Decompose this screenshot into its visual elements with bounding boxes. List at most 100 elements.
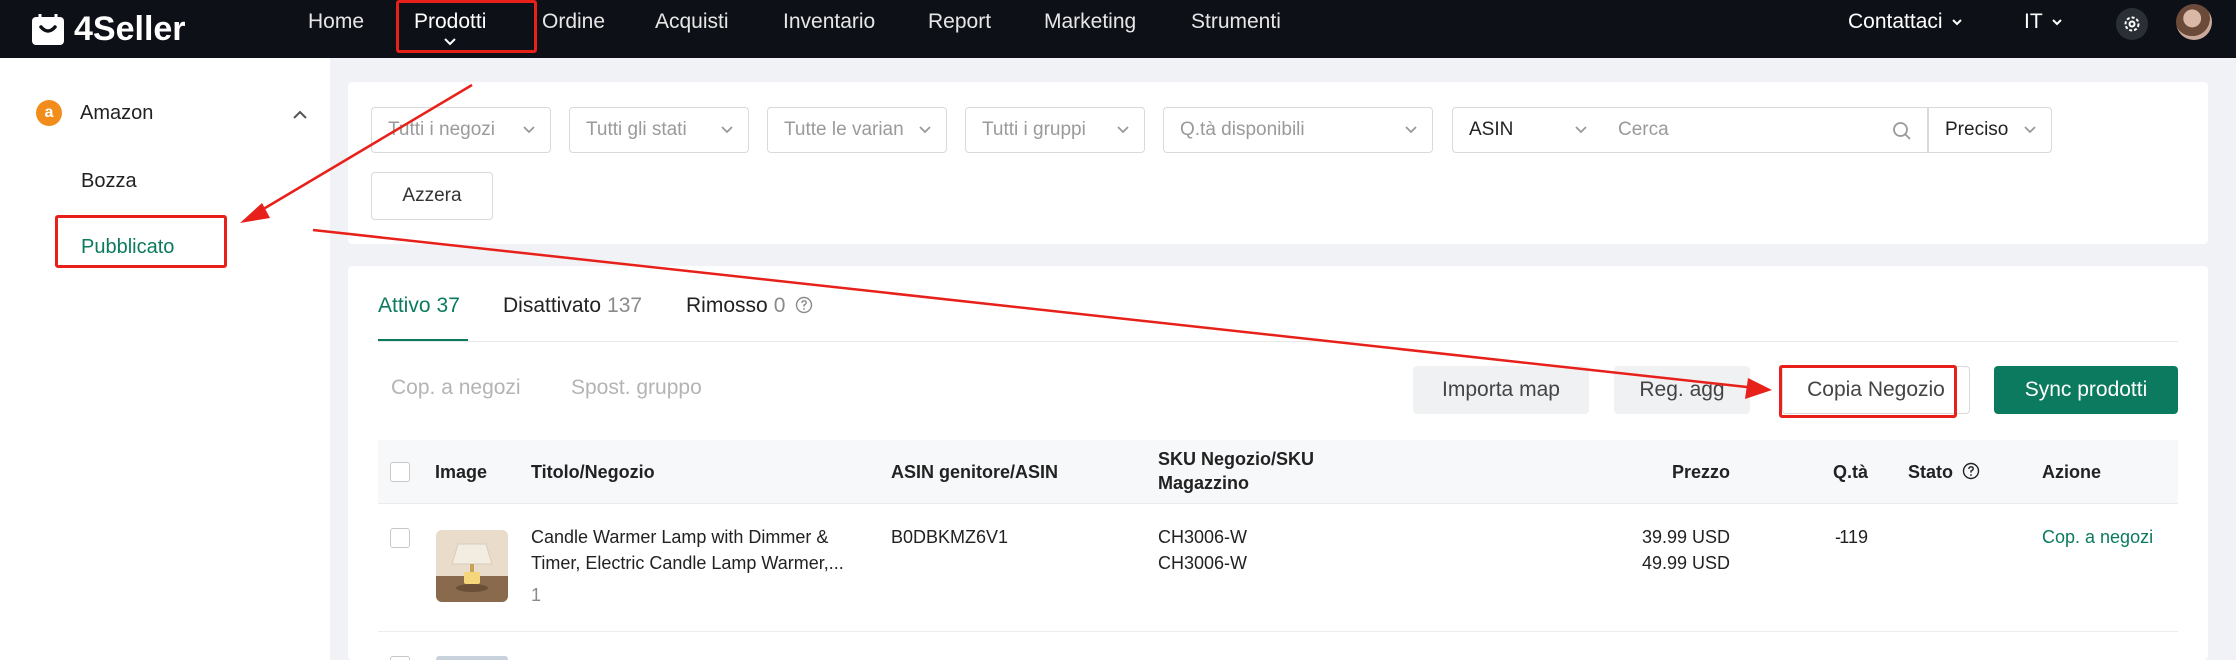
nav-item-home[interactable]: Home	[308, 0, 364, 44]
chevron-down-icon	[523, 126, 535, 134]
table-header: Image Titolo/Negozio ASIN genitore/ASIN …	[378, 440, 2178, 504]
column-sku-line1: SKU Negozio/SKU	[1158, 449, 1315, 469]
tab-count: 37	[436, 294, 460, 317]
tabs-divider	[378, 341, 2178, 342]
column-image: Image	[435, 462, 488, 482]
sync-products-button[interactable]: Sync prodotti	[1994, 366, 2178, 414]
move-group-button[interactable]: Spost. gruppo	[571, 376, 702, 400]
search-field-select[interactable]: ASIN	[1452, 107, 1603, 153]
chevron-up-icon[interactable]	[292, 108, 308, 120]
search-input[interactable]	[1602, 119, 1872, 141]
search-box	[1602, 107, 1928, 153]
product-title-line1: Candle Warmer Lamp with Dimmer &	[531, 527, 829, 547]
chevron-down-icon	[1117, 126, 1129, 134]
select-value: Q.tà disponibili	[1180, 119, 1305, 140]
brand-name: 4Seller	[74, 9, 186, 48]
status-filter-select[interactable]: Tutti gli stati	[569, 107, 749, 153]
copy-to-stores-button[interactable]: Cop. a negozi	[391, 376, 521, 400]
top-navigation-bar: 4Seller Home Prodotti Ordine Acquisti In…	[0, 0, 2236, 58]
product-title[interactable]: Candle Warmer Lamp with Dimmer & Timer, …	[531, 524, 871, 576]
help-icon[interactable]	[795, 296, 813, 314]
product-thumbnail[interactable]	[436, 656, 508, 660]
product-asin[interactable]: B0DBKMZ6V1	[891, 524, 1008, 550]
update-log-button[interactable]: Reg. agg	[1614, 366, 1750, 414]
column-status-label: Stato	[1908, 462, 1953, 482]
column-title: Titolo/Negozio	[531, 462, 655, 482]
nav-item-ordine[interactable]: Ordine	[542, 0, 605, 44]
contact-label: Contattaci	[1848, 10, 1943, 33]
product-qty: 119	[1839, 527, 1868, 547]
sidebar-group-amazon[interactable]: a Amazon	[36, 100, 153, 126]
column-status: Stato	[1828, 460, 1980, 484]
chevron-down-icon	[2051, 19, 2062, 26]
table-row: Candle Warmer Lamp with Dimmer & Timer, …	[378, 504, 2178, 632]
nav-item-inventario[interactable]: Inventario	[783, 0, 875, 44]
chevron-down-icon	[721, 126, 733, 134]
search-icon[interactable]	[1891, 120, 1913, 142]
sidebar	[0, 58, 330, 660]
quantity-filter-select[interactable]: Q.tà disponibili	[1163, 107, 1433, 153]
settings-button[interactable]	[2116, 8, 2148, 40]
product-title-line2: Timer, Electric Candle Lamp Warmer,...	[531, 553, 844, 573]
product-store: 1	[531, 585, 542, 605]
annotation-highlight-prodotti	[396, 0, 537, 53]
select-value: Preciso	[1945, 119, 2009, 140]
shopping-bag-icon	[32, 14, 64, 45]
chevron-down-icon	[1951, 19, 1962, 26]
tab-removed[interactable]: Rimosso 0	[686, 294, 813, 318]
select-value: Tutti i negozi	[388, 119, 496, 140]
column-sku-line2: Magazzino	[1158, 473, 1250, 493]
help-icon[interactable]	[1962, 462, 1980, 480]
select-value: Tutte le varian	[784, 119, 904, 140]
product-sku-warehouse: CH3006-W	[1158, 553, 1248, 573]
product-thumbnail[interactable]	[436, 530, 508, 602]
annotation-highlight-copy-store	[1779, 365, 1957, 418]
candle-lamp-image	[436, 530, 508, 602]
brand-logo[interactable]: 4Seller	[30, 0, 186, 58]
language-label: IT	[2024, 10, 2043, 33]
row-checkbox[interactable]	[390, 656, 410, 660]
match-mode-select[interactable]: Preciso	[1928, 107, 2052, 153]
column-sku: SKU Negozio/SKU Magazzino	[1158, 447, 1314, 495]
row-copy-to-stores-link[interactable]: Cop. a negozi	[2042, 524, 2153, 550]
import-map-button[interactable]: Importa map	[1413, 366, 1589, 414]
column-asin: ASIN genitore/ASIN	[891, 462, 1059, 482]
select-value: ASIN	[1469, 119, 1514, 140]
language-menu[interactable]: IT	[2024, 0, 2063, 44]
chevron-down-icon	[2024, 126, 2036, 134]
variant-filter-select[interactable]: Tutte le varian	[767, 107, 947, 153]
nav-item-marketing[interactable]: Marketing	[1044, 0, 1136, 44]
gear-icon	[2124, 16, 2140, 32]
store-filter-select[interactable]: Tutti i negozi	[371, 107, 551, 153]
tab-active[interactable]: Attivo 37	[378, 294, 460, 318]
sidebar-group-label: Amazon	[80, 101, 154, 124]
select-all-checkbox[interactable]	[390, 462, 410, 482]
column-price: Prezzo	[1671, 462, 1730, 482]
avatar[interactable]	[2176, 4, 2212, 40]
nav-item-acquisti[interactable]: Acquisti	[655, 0, 729, 44]
product-sku-store: CH3006-W	[1158, 527, 1248, 547]
chevron-down-icon	[1575, 126, 1587, 134]
product-price-secondary: 49.99 USD	[1641, 553, 1730, 573]
group-filter-select[interactable]: Tutti i gruppi	[965, 107, 1145, 153]
contact-menu[interactable]: Contattaci	[1848, 0, 1963, 44]
tab-count: 137	[607, 294, 643, 317]
annotation-highlight-pubblicato	[55, 215, 227, 268]
tab-label: Disattivato	[503, 294, 602, 317]
reset-button[interactable]: Azzera	[371, 172, 493, 220]
column-action: Azione	[2042, 462, 2102, 482]
tab-label: Rimosso	[686, 294, 768, 317]
select-value: Tutti i gruppi	[982, 119, 1086, 140]
select-value: Tutti gli stati	[586, 119, 687, 140]
nav-item-strumenti[interactable]: Strumenti	[1191, 0, 1281, 44]
amazon-icon: a	[36, 100, 62, 126]
product-status: -	[1835, 527, 1841, 547]
tab-disabled[interactable]: Disattivato 137	[503, 294, 642, 318]
tab-label: Attivo	[378, 294, 431, 317]
product-price: 39.99 USD	[1641, 527, 1730, 547]
row-checkbox[interactable]	[390, 528, 410, 548]
nav-item-report[interactable]: Report	[928, 0, 991, 44]
sidebar-item-bozza[interactable]: Bozza	[81, 170, 137, 193]
tab-count: 0	[773, 294, 786, 317]
chevron-down-icon	[1405, 126, 1417, 134]
